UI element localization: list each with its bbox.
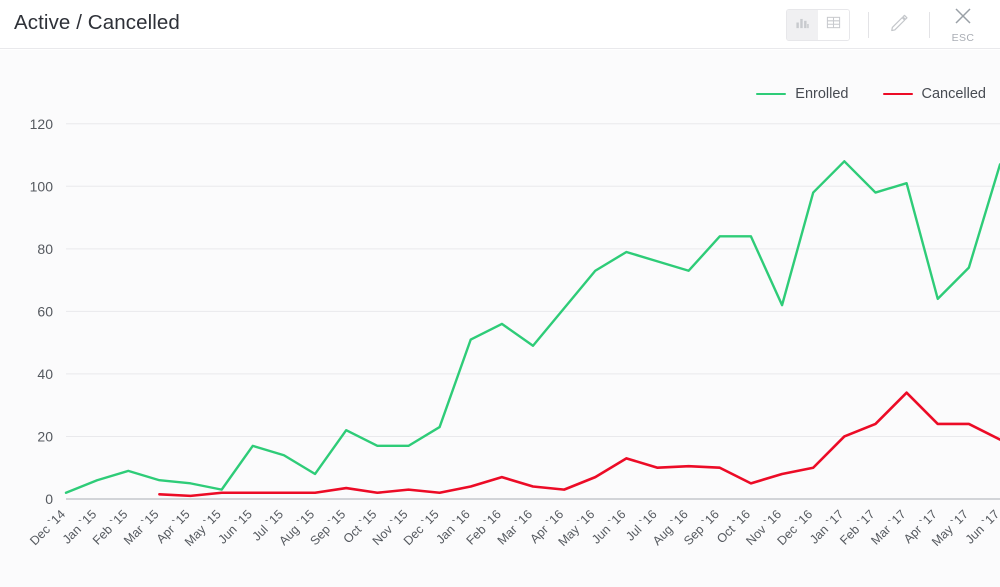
x-axis-tick-label: Dec `15 — [401, 507, 442, 548]
table-grid-icon — [826, 15, 841, 35]
x-axis-tick-label: Mar `15 — [121, 507, 161, 547]
line-chart-plot: 0 20 40 60 80 100 120 Dec `14Jan `15Feb `15Mar… — [27, 116, 1000, 549]
y-axis-tick-label: 80 — [37, 241, 53, 257]
close-x-icon — [953, 6, 973, 31]
x-axis-tick-label: Jun `17 — [963, 507, 1000, 546]
y-axis-tick-label: 40 — [37, 366, 53, 382]
chart-modal: Active / Cancelled ESC Enrolled Cancelle… — [0, 0, 1000, 587]
chart-x-axis-ticks: Dec `14Jan `15Feb `15Mar `15Apr `15May `… — [27, 507, 1000, 549]
close-shortcut-label: ESC — [951, 31, 975, 44]
x-axis-tick-label: Mar `17 — [868, 507, 908, 547]
x-axis-tick-label: Jun `15 — [216, 507, 255, 546]
close-button[interactable]: ESC — [932, 0, 994, 49]
y-axis-tick-label: 120 — [30, 116, 54, 132]
page-title: Active / Cancelled — [14, 11, 180, 34]
y-axis-tick-label: 100 — [30, 178, 54, 194]
edit-button[interactable] — [871, 0, 927, 49]
view-toggle-chart-button[interactable] — [787, 9, 818, 40]
toolbar-divider-2 — [929, 11, 930, 38]
view-toggle-table-button[interactable] — [818, 9, 849, 40]
x-axis-tick-label: Jun `16 — [589, 507, 628, 546]
x-axis-tick-label: Sep `15 — [307, 507, 348, 548]
x-axis-tick-label: Mar `16 — [495, 507, 535, 547]
series-line-cancelled — [158, 391, 1000, 498]
pencil-icon — [889, 12, 910, 38]
x-axis-tick-label: Dec `14 — [27, 507, 68, 548]
chart-y-axis-ticks: 0 20 40 60 80 100 120 — [30, 116, 54, 507]
chart-gridlines — [66, 123, 1000, 500]
chart-panel: Enrolled Cancelled 0 20 40 60 80 100 120 Dec `… — [0, 50, 1000, 587]
y-axis-tick-label: 20 — [37, 428, 53, 444]
modal-header: Active / Cancelled ESC — [0, 0, 1000, 49]
y-axis-tick-label: 60 — [37, 303, 53, 319]
x-axis-tick-label: Sep `16 — [681, 507, 722, 548]
toolbar-divider-1 — [868, 11, 869, 38]
y-axis-tick-label: 0 — [45, 491, 53, 507]
x-axis-tick-label: Dec `16 — [774, 507, 815, 548]
view-mode-toggle[interactable] — [786, 8, 850, 41]
series-line-enrolled — [64, 160, 1000, 494]
chart-series-lines — [64, 160, 1000, 498]
bar-chart-icon — [795, 15, 810, 35]
header-toolbar: ESC — [786, 0, 1000, 49]
